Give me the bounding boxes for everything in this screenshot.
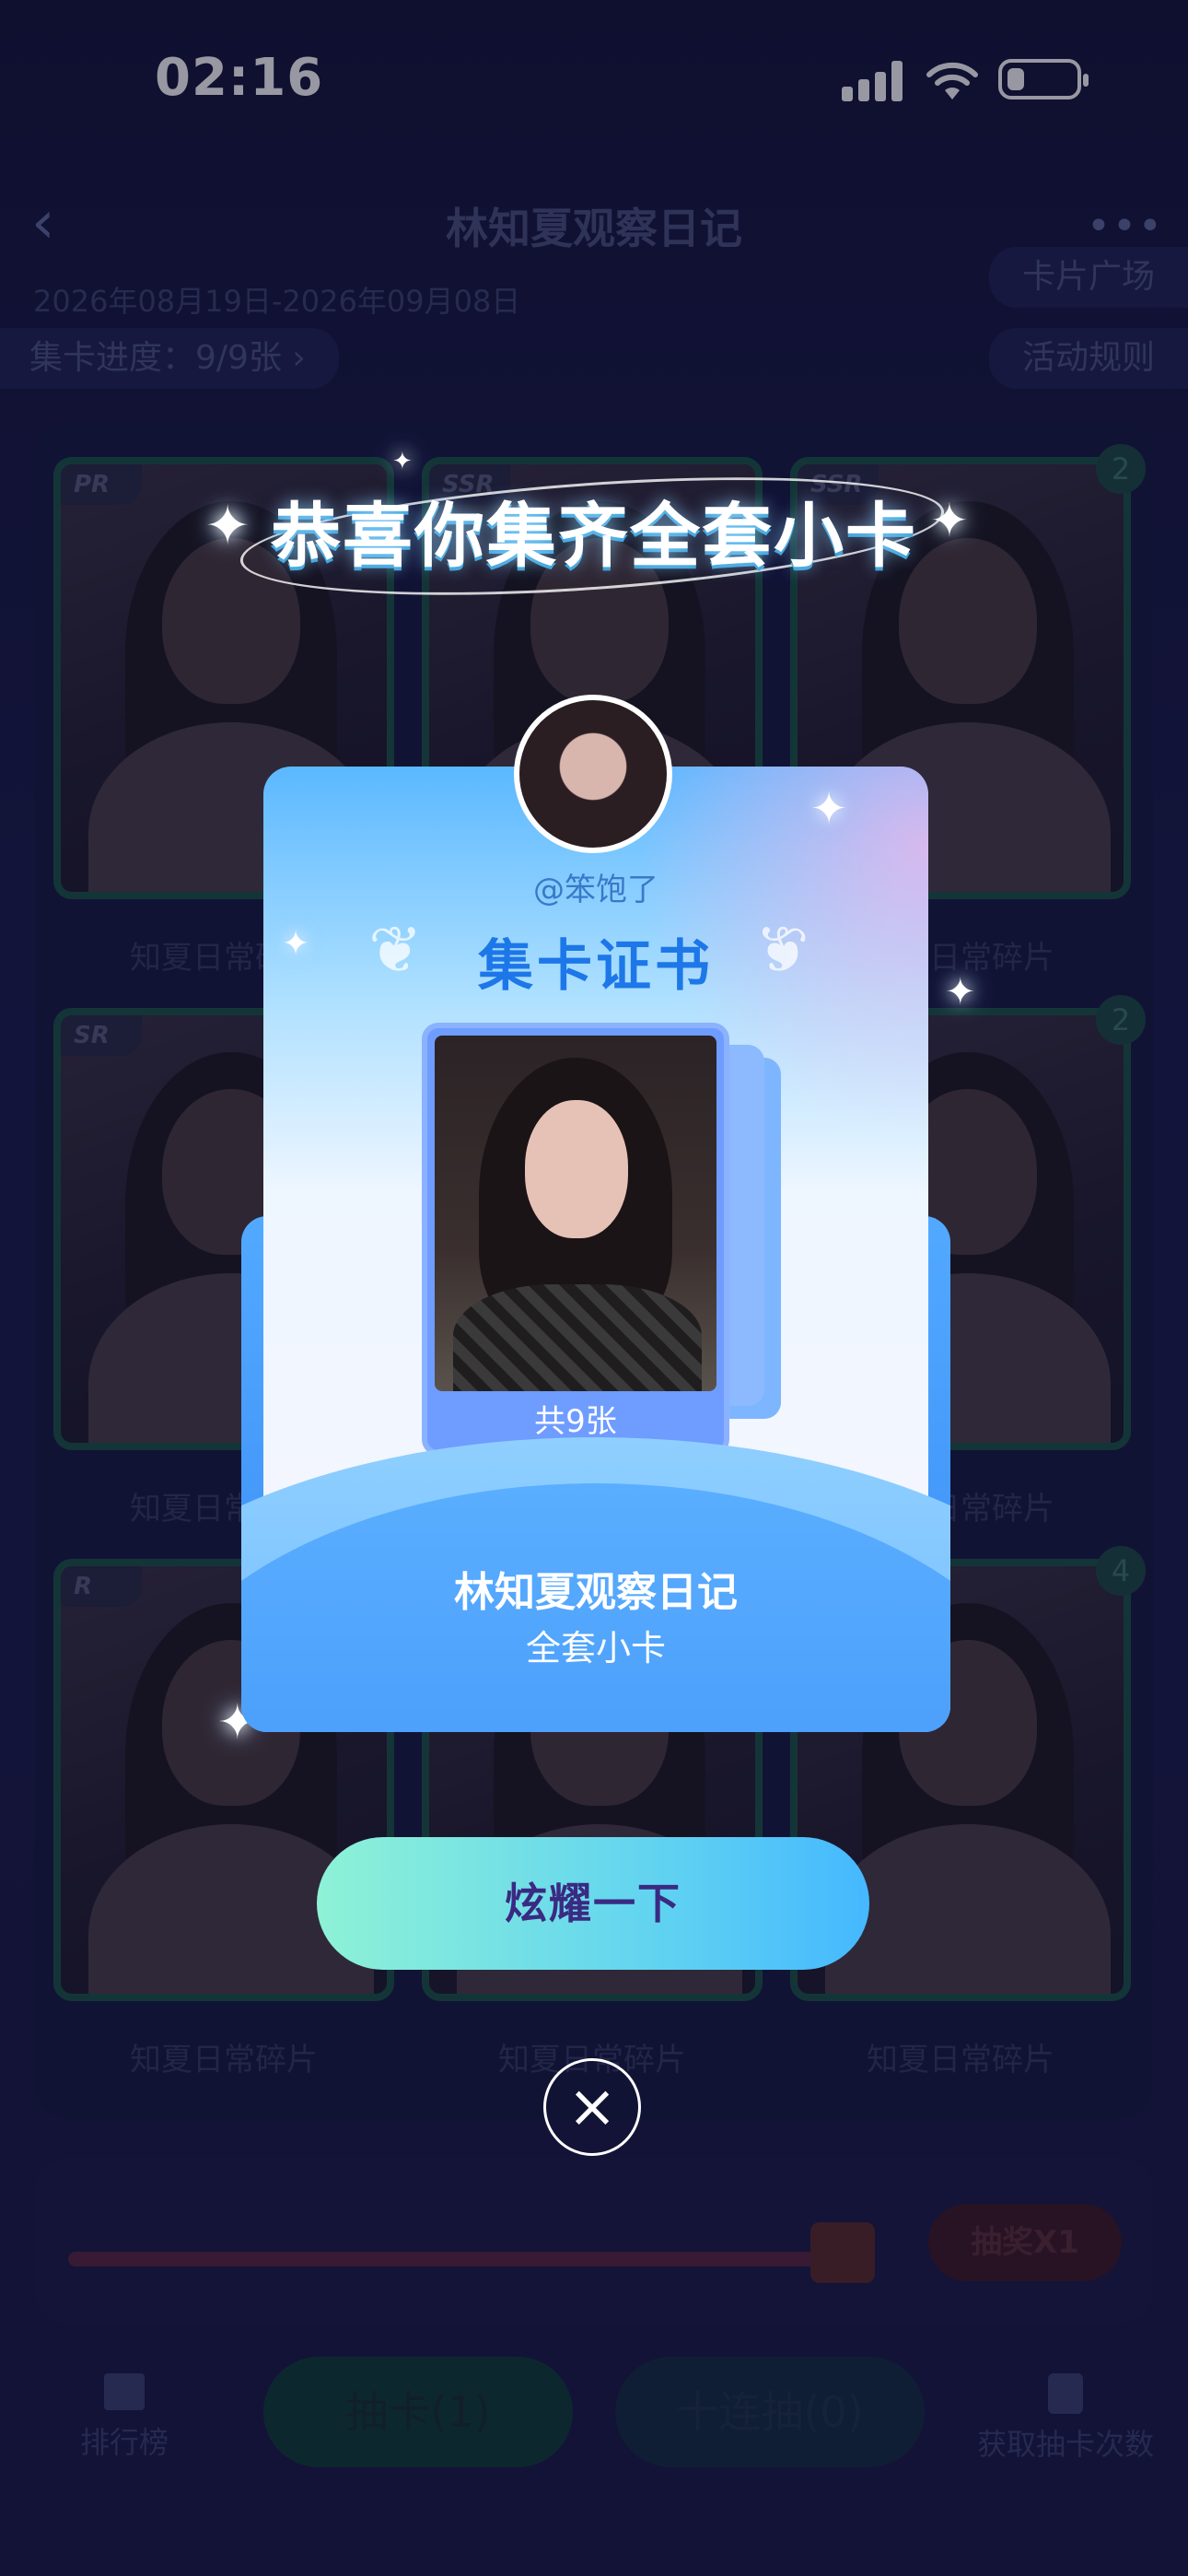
congrats-title: 恭喜你集齐全套小卡 bbox=[271, 495, 917, 577]
sparkle-icon: ✦ bbox=[810, 783, 848, 835]
username: @笨饱了 bbox=[533, 872, 658, 908]
featured-photo bbox=[435, 1036, 716, 1391]
sparkle-icon: ✦ bbox=[392, 448, 413, 475]
collection-name: 林知夏观察日记 bbox=[454, 1569, 738, 1616]
show-off-button[interactable]: 炫耀一下 bbox=[317, 1837, 869, 1970]
user-avatar bbox=[514, 695, 672, 853]
sparkle-icon: ✦ bbox=[945, 971, 976, 1013]
sparkle-icon: ✦ bbox=[930, 494, 969, 547]
certificate-heading: 集卡证书 bbox=[478, 934, 714, 999]
featured-photo-card: 共9张 bbox=[422, 1023, 729, 1456]
close-icon[interactable]: × bbox=[543, 2058, 641, 2156]
sparkle-icon: ✦ bbox=[204, 494, 251, 558]
collection-subtitle: 全套小卡 bbox=[525, 1628, 666, 1669]
